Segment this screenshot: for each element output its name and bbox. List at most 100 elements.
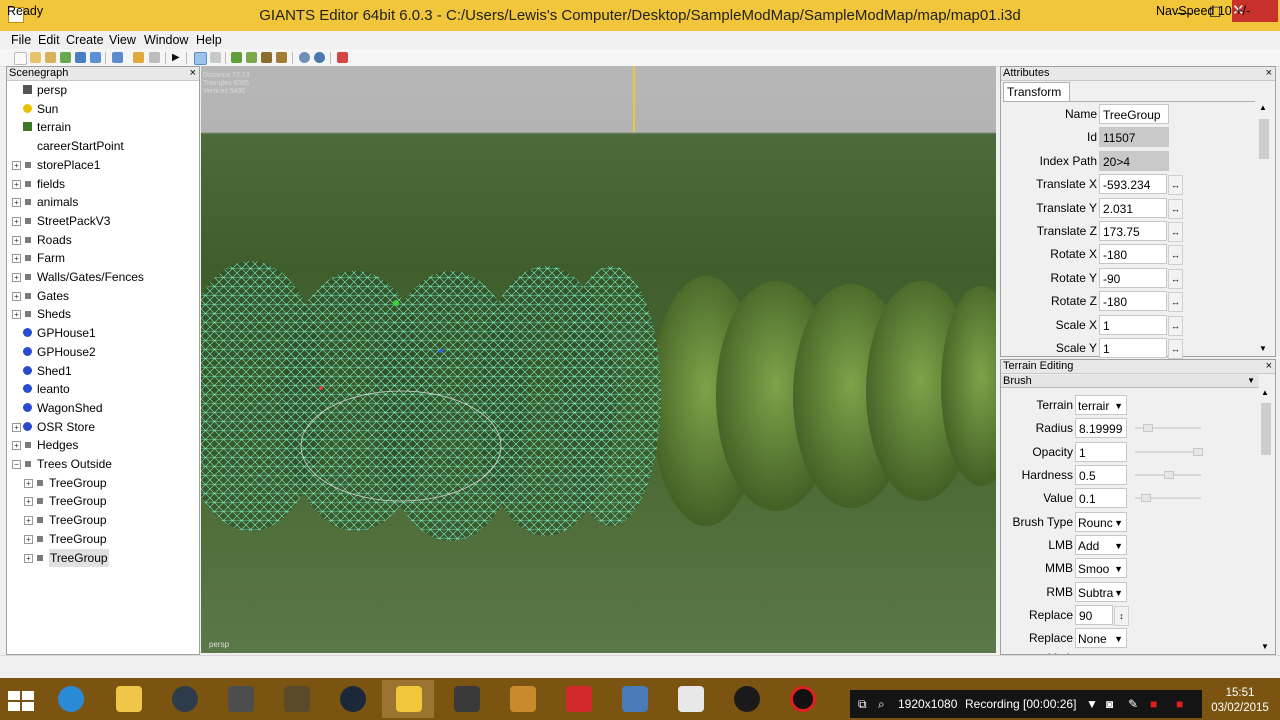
scenegraph-item[interactable]: + animals [7,193,197,211]
translate-y-input[interactable]: 2.031 [1099,197,1167,218]
brush-section-header[interactable]: Brush ▼ [1001,375,1259,388]
object-paint-icon[interactable] [276,52,287,63]
taskbar-game[interactable] [270,680,322,718]
scenegraph-item[interactable]: persp [7,81,197,99]
record-icon[interactable] [337,52,348,63]
opacity-slider-handle[interactable] [1193,448,1203,456]
rotate-z-input[interactable]: -180 [1099,291,1167,312]
scenegraph-item[interactable]: + Roads [7,231,197,249]
radius-input[interactable]: 8.19999 [1075,418,1127,438]
hardness-input[interactable]: 0.5 [1075,465,1127,485]
scenegraph-item[interactable]: GPHouse1 [7,324,197,342]
translate-y-spin-icon[interactable]: ↔ [1168,198,1183,219]
radius-slider-handle[interactable] [1143,424,1153,432]
mmb-select[interactable]: Smoo ▼ [1075,558,1127,578]
opacity-slider[interactable] [1135,451,1201,453]
new-file-icon[interactable] [14,52,27,65]
attributes-scrollbar[interactable]: ▲ ▼ [1257,101,1271,355]
hardness-slider-handle[interactable] [1164,471,1174,479]
rotate-x-spin-icon[interactable]: ↔ [1168,245,1183,266]
terrain-scroll-thumb[interactable] [1261,403,1271,455]
scale-y-spin-icon[interactable]: ↔ [1168,339,1183,359]
system-clock[interactable]: 15:51 03/02/2015 [1200,686,1280,716]
expand-icon[interactable]: + [12,291,21,301]
expand-icon[interactable]: + [12,254,21,264]
lmb-select[interactable]: Add ▼ [1075,535,1127,555]
scenegraph-item[interactable]: + fields [7,175,197,193]
gizmo-icon[interactable] [299,52,310,63]
start-button[interactable] [0,680,42,718]
scenegraph-item[interactable]: + TreeGroup [7,492,197,510]
undo-icon[interactable] [133,52,144,63]
taskbar-paint[interactable] [608,680,660,718]
taskbar-giants-editor[interactable] [382,680,434,718]
scenegraph-item[interactable]: WagonShed [7,399,197,417]
expand-icon[interactable]: + [12,198,21,208]
scenegraph-item[interactable]: careerStartPoint [7,137,197,155]
taskbar-file-explorer[interactable] [102,680,154,718]
menu-view[interactable]: View [109,33,136,47]
select-tool-icon[interactable] [194,52,207,65]
scenegraph-item[interactable]: + Farm [7,249,197,267]
expand-icon[interactable]: + [12,235,21,245]
zoom-icon[interactable]: ⌕ [878,697,885,712]
expand-icon[interactable]: + [12,216,21,226]
attributes-close-button[interactable]: × [1266,67,1272,80]
expand-icon[interactable]: + [12,310,21,320]
window-capture-icon[interactable]: ⧉ [858,697,867,712]
translate-z-input[interactable]: 173.75 [1099,221,1167,241]
scenegraph-item[interactable]: Sun [7,100,197,118]
menu-create[interactable]: Create [66,33,104,47]
rotate-y-input[interactable]: -90 [1099,267,1167,288]
expand-icon[interactable]: + [24,478,33,488]
taskbar-recorder[interactable] [776,680,828,718]
scenegraph-item[interactable]: + Gates [7,287,197,305]
scenegraph-item[interactable]: + TreeGroup [7,548,197,567]
scenegraph-item[interactable]: leanto [7,380,197,398]
value-slider-handle[interactable] [1141,494,1151,502]
taskbar-app-4[interactable] [664,680,716,718]
menu-help[interactable]: Help [196,33,222,47]
replace-limit-select[interactable]: None ▼ [1075,628,1127,648]
scenegraph-item[interactable]: + TreeGroup [7,530,197,548]
expand-icon[interactable]: + [24,497,33,507]
save-icon[interactable] [75,52,86,63]
terrain-editing-close-button[interactable]: × [1266,360,1272,373]
move-tool-icon[interactable] [210,52,221,63]
redo-icon[interactable] [149,52,160,63]
reload-icon[interactable] [60,52,71,63]
scenegraph-item[interactable]: + TreeGroup [7,511,197,529]
scenegraph-item[interactable]: + Hedges [7,436,197,454]
scenegraph-item[interactable]: + TreeGroup [7,474,197,492]
settings-icon[interactable] [314,52,325,63]
scroll-up-icon[interactable]: ▲ [1261,388,1269,397]
import-icon[interactable] [45,52,56,63]
save-as-icon[interactable] [90,52,101,63]
export-icon[interactable] [112,52,123,63]
scenegraph-item[interactable]: + OSR Store [7,418,197,436]
scenegraph-close-button[interactable]: × [190,67,196,80]
camera-icon[interactable]: ◙ [1106,697,1113,711]
tab-transform[interactable]: Transform [1003,82,1070,101]
taskbar-steam[interactable] [326,680,378,718]
expand-icon[interactable]: + [24,553,33,563]
record-stop-icon[interactable]: ■ [1176,697,1183,711]
taskbar-farm-game[interactable] [496,680,548,718]
menu-window[interactable]: Window [144,33,188,47]
taskbar-app-2[interactable] [214,680,266,718]
expand-icon[interactable]: + [24,534,33,544]
scale-x-input[interactable]: 1 [1099,314,1167,335]
expand-icon[interactable]: + [12,422,21,432]
terrain-paint-icon[interactable] [231,52,242,63]
replace-input[interactable]: 90 [1075,605,1113,625]
expand-icon[interactable]: + [12,160,21,170]
scenegraph-item[interactable]: + StreetPackV3 [7,212,197,230]
stop-icon[interactable]: ■ [1150,697,1157,711]
taskbar-app-1[interactable] [158,680,210,718]
open-folder-icon[interactable] [30,52,41,63]
pen-icon[interactable]: ✎ [1128,697,1138,711]
recording-dropdown-icon[interactable]: ▼ [1086,697,1098,711]
terrain-select[interactable]: terrair ▼ [1075,395,1127,415]
scenegraph-item[interactable]: terrain [7,118,197,136]
scenegraph-item[interactable]: Shed1 [7,362,197,380]
